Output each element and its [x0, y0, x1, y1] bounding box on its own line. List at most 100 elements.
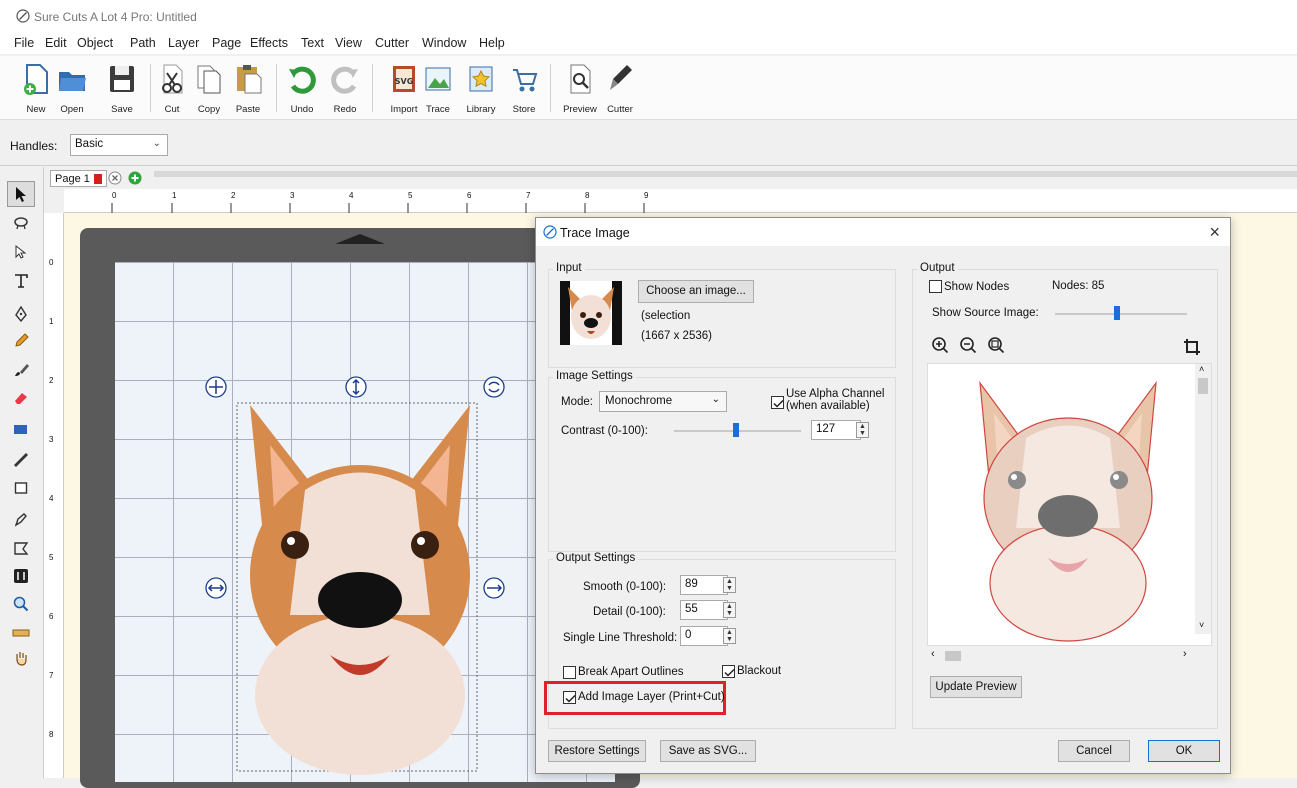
move-handle-icon[interactable]	[205, 376, 227, 398]
smooth-spinner-icon[interactable]: ▲ ▼	[723, 577, 736, 593]
alpha-channel-checkbox[interactable]	[771, 396, 784, 409]
menu-path[interactable]: Path	[130, 36, 156, 50]
menu-text[interactable]: Text	[301, 36, 324, 50]
detail-spinner-icon[interactable]: ▲ ▼	[723, 602, 736, 618]
dialog-titlebar: Trace Image ×	[536, 218, 1230, 246]
resize-horizontal-handle-icon[interactable]	[205, 577, 227, 599]
close-page-icon[interactable]	[108, 171, 122, 185]
shape-tool[interactable]	[7, 475, 35, 501]
copy-icon	[197, 65, 221, 94]
add-page-icon[interactable]	[128, 171, 142, 185]
shadow-tool[interactable]	[7, 563, 35, 589]
scroll-left-icon[interactable]: ‹	[931, 648, 935, 660]
zoom-out-icon[interactable]	[959, 336, 977, 354]
menu-view[interactable]: View	[335, 36, 362, 50]
scroll-down-icon[interactable]: ˅	[1199, 620, 1204, 630]
contrast-slider-thumb[interactable]	[733, 423, 739, 437]
library-button[interactable]: Library	[461, 60, 501, 116]
ruler-label: 6	[49, 612, 54, 621]
rectangle-tool[interactable]	[7, 417, 35, 443]
cancel-button[interactable]: Cancel	[1058, 740, 1130, 762]
ruler-label: 9	[644, 191, 649, 200]
handles-label: Handles:	[10, 139, 58, 153]
brush-tool[interactable]	[7, 357, 35, 383]
hand-pan-icon	[16, 652, 27, 666]
contrast-input[interactable]: 127	[811, 420, 861, 440]
contrast-spinner-icon[interactable]: ▲ ▼	[856, 422, 869, 438]
pen-tool[interactable]	[7, 301, 35, 327]
menu-cutter[interactable]: Cutter	[375, 36, 409, 50]
close-icon[interactable]: ×	[1209, 222, 1220, 243]
resize-horizontal-handle-icon[interactable]	[483, 577, 505, 599]
add-image-layer-checkbox[interactable]	[563, 691, 576, 704]
input-image-thumbnail	[560, 281, 622, 345]
node-edit-tool[interactable]	[7, 239, 35, 265]
break-apart-label: Break Apart Outlines	[578, 666, 684, 678]
scroll-up-icon[interactable]: ˄	[1199, 364, 1204, 374]
menu-layer[interactable]: Layer	[168, 36, 199, 50]
svg-import-icon: SVG	[393, 66, 415, 92]
trace-button[interactable]: Trace	[418, 60, 458, 116]
store-button[interactable]: Store	[504, 60, 544, 116]
open-button[interactable]: Open	[52, 60, 92, 116]
update-preview-button[interactable]: Update Preview	[930, 676, 1022, 698]
scroll-right-icon[interactable]: ›	[1183, 648, 1187, 660]
text-tool[interactable]	[7, 268, 35, 294]
select-tool[interactable]	[7, 181, 35, 207]
scrollbar-thumb[interactable]	[1198, 378, 1208, 394]
resize-vertical-handle-icon[interactable]	[345, 376, 367, 398]
polygon-tool[interactable]	[7, 535, 35, 561]
menu-page[interactable]: Page	[212, 36, 241, 50]
choose-image-button[interactable]: Choose an image...	[638, 280, 754, 303]
save-button[interactable]: Save	[102, 60, 142, 116]
smooth-input[interactable]: 89	[680, 575, 728, 595]
ok-button[interactable]: OK	[1148, 740, 1220, 762]
dog-image-object[interactable]	[230, 395, 490, 785]
threshold-input[interactable]: 0	[680, 626, 728, 646]
menu-file[interactable]: File	[14, 36, 34, 50]
detail-input[interactable]: 55	[680, 600, 728, 620]
chevron-down-icon: ⌄	[711, 394, 720, 405]
crop-icon[interactable]	[1183, 338, 1201, 356]
arrow-pointer-icon	[16, 187, 26, 202]
knife-tool[interactable]	[7, 507, 35, 533]
menu-effects[interactable]: Effects	[250, 36, 288, 50]
preview-vertical-scrollbar[interactable]: ˄ ˅	[1195, 364, 1211, 634]
trace-preview-area[interactable]: ˄ ˅	[927, 363, 1212, 646]
menu-object[interactable]: Object	[77, 36, 113, 50]
zoom-fit-icon[interactable]	[987, 336, 1005, 354]
paste-button[interactable]: Paste	[228, 60, 268, 116]
undo-button[interactable]: Undo	[282, 60, 322, 116]
preview-horizontal-scrollbar[interactable]: ‹ ›	[927, 648, 1197, 664]
pan-tool[interactable]	[7, 645, 35, 671]
redo-button[interactable]: Redo	[325, 60, 365, 116]
restore-settings-button[interactable]: Restore Settings	[548, 740, 646, 762]
save-as-svg-button[interactable]: Save as SVG...	[660, 740, 756, 762]
rotate-handle-icon[interactable]	[483, 376, 505, 398]
measure-tool[interactable]	[7, 620, 35, 646]
source-dimensions: (1667 x 2536)	[641, 330, 712, 342]
mode-dropdown[interactable]: Monochrome ⌄	[599, 391, 727, 412]
zoom-in-icon[interactable]	[931, 336, 949, 354]
menu-window[interactable]: Window	[422, 36, 466, 50]
eraser-tool[interactable]	[7, 385, 35, 411]
cutter-button[interactable]: Cutter	[600, 60, 640, 116]
ruler-label: 1	[172, 191, 177, 200]
show-nodes-checkbox[interactable]	[929, 280, 942, 293]
zoom-tool[interactable]	[7, 591, 35, 617]
ruler-label: 1	[49, 317, 54, 326]
menu-help[interactable]: Help	[479, 36, 505, 50]
blackout-checkbox[interactable]	[722, 665, 735, 678]
ruler-label: 8	[49, 730, 54, 739]
scrollbar-thumb[interactable]	[945, 651, 961, 661]
threshold-spinner-icon[interactable]: ▲ ▼	[723, 628, 736, 644]
handles-dropdown[interactable]: Basic ⌄	[70, 134, 168, 156]
tab-page-1[interactable]: Page 1	[50, 170, 107, 187]
pencil-tool[interactable]	[7, 328, 35, 354]
show-source-slider[interactable]	[1055, 313, 1187, 315]
menu-edit[interactable]: Edit	[45, 36, 67, 50]
eyedropper-tool[interactable]	[7, 447, 35, 473]
show-source-slider-thumb[interactable]	[1114, 306, 1120, 320]
break-apart-checkbox[interactable]	[563, 666, 576, 679]
weld-tool[interactable]	[7, 210, 35, 236]
